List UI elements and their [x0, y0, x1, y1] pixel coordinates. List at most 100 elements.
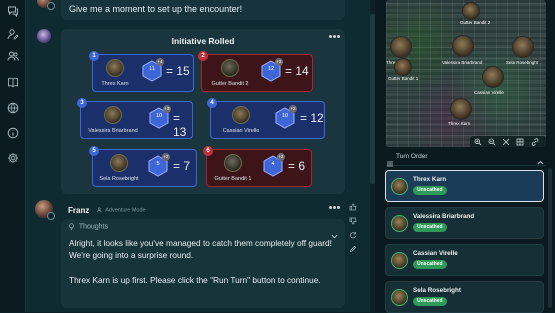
roll-order-badge: 2 [198, 51, 208, 61]
map-token[interactable] [452, 35, 474, 57]
turn-order-header[interactable]: Turn Order [386, 150, 546, 167]
character-portrait [104, 106, 122, 124]
character-portrait [106, 59, 124, 77]
roll-order-badge: 1 [89, 51, 99, 61]
turn-character-name: Sela Rosebright [413, 287, 461, 294]
franz-message-paragraph: Alright, it looks like you've managed to… [69, 238, 332, 260]
character-portrait [224, 154, 242, 172]
map-token[interactable] [394, 58, 412, 76]
status-badge: Unscathed [413, 260, 447, 269]
token-label: Gutter Bandit 1 [388, 76, 419, 81]
modifier-badge: +2 [289, 105, 297, 113]
lightbulb-icon [69, 223, 74, 230]
map-token[interactable] [482, 66, 504, 88]
token-label: Sela Rosebright [506, 60, 539, 65]
die-roll-value: 4 [271, 161, 275, 167]
turn-character-name: Valessira Briarbrand [413, 213, 475, 220]
initiative-title: Initiative Rolled [171, 36, 235, 46]
grid-icon[interactable] [516, 138, 524, 146]
initiative-total: = 13 [173, 111, 187, 139]
list-icon [387, 154, 393, 167]
zoom-in-icon[interactable] [474, 138, 482, 146]
chevron-up-icon[interactable] [537, 153, 544, 165]
total-value: 12 [310, 111, 324, 125]
map-token[interactable] [450, 98, 472, 120]
turn-order-entry[interactable]: Valessira Briarbrand Unscathed [385, 207, 544, 239]
token-label: Cassian Virelle [474, 90, 504, 95]
map-token[interactable] [512, 36, 534, 58]
status-badge: Unscathed [413, 223, 447, 232]
dm-avatar [37, 29, 51, 43]
map-token[interactable] [462, 2, 480, 20]
initiative-roll-2: 2 Gutter Bandit 2 12 +2 = 14 [198, 51, 313, 92]
initiative-total: = 7 [173, 159, 191, 173]
status-badge: Unscathed [413, 297, 447, 306]
franz-message-bubble [61, 219, 345, 308]
globe-icon[interactable] [7, 102, 19, 114]
token-label: Gutter Bandit 2 [460, 20, 491, 25]
battle-map[interactable]: Threx Karn Gutter Bandit 1 Valessira Bri… [386, 0, 546, 147]
initiative-roll-3: 3 Valessira Briarbrand 10 +3 = 13 [77, 98, 193, 139]
character-portrait [221, 59, 239, 77]
character-portrait [232, 106, 250, 124]
chat-icon[interactable] [7, 5, 19, 17]
franz-message-paragraph: Threx Karn is up first. Please click the… [69, 275, 321, 285]
die-roll-value: 10 [155, 113, 163, 119]
total-value: 6 [298, 159, 306, 173]
turn-order-entry[interactable]: Threx Karn Unscathed [385, 170, 544, 202]
turn-order-entry[interactable]: Cassian Virelle Unscathed [385, 244, 544, 276]
turn-order-title: Turn Order [396, 153, 428, 160]
mode-label: Adventure Mode [105, 207, 146, 214]
initiative-total: = 6 [288, 159, 306, 173]
edit-icon[interactable] [348, 244, 358, 254]
token-label: Valessira Briarbrand [442, 60, 483, 65]
initiative-total: = 14 [285, 64, 309, 78]
more-options-icon[interactable] [329, 35, 341, 39]
thoughts-label: Thoughts [78, 223, 109, 231]
more-options-icon[interactable] [329, 206, 341, 210]
gear-icon[interactable] [7, 152, 19, 164]
mode-tag: Adventure Mode [97, 207, 146, 213]
app-window: Give me a moment to set up the encounter… [0, 0, 555, 313]
book-icon[interactable] [7, 76, 19, 88]
character-name: Gutter Bandit 1 [214, 176, 252, 182]
user-edit-icon[interactable] [7, 28, 19, 40]
character-portrait [391, 289, 408, 306]
die-roll-value: 11 [149, 66, 155, 72]
initiative-roll-4: 4 Cassian Virelle 10 +2 = 12 [207, 98, 325, 139]
map-token[interactable] [390, 36, 412, 58]
initiative-roll-1: 1 Threx Karn 11 +4 = 15 [89, 51, 194, 92]
character-name: Valessira Briarbrand [88, 128, 138, 134]
total-value: 15 [176, 64, 190, 78]
die-roll-value: 5 [156, 161, 160, 167]
modifier-badge: +3 [163, 105, 171, 113]
thoughts-toggle[interactable]: Thoughts [68, 223, 108, 230]
crosshair-icon[interactable] [502, 138, 510, 146]
turn-character-name: Threx Karn [413, 176, 447, 183]
users-icon[interactable] [7, 50, 19, 62]
die-roll-value: 10 [281, 113, 289, 119]
turn-order-entry[interactable]: Sela Rosebright Unscathed [385, 281, 544, 313]
dm-message-text: Give me a moment to set up the encounter… [69, 4, 243, 14]
turn-character-name: Cassian Virelle [413, 250, 458, 257]
modifier-badge: +2 [162, 153, 170, 161]
thumbs-down-icon[interactable] [348, 216, 358, 226]
roll-order-badge: 4 [207, 98, 217, 108]
avatar-status-icon [47, 2, 55, 10]
roll-order-badge: 3 [77, 98, 87, 108]
chevron-down-icon[interactable] [331, 226, 339, 239]
link-icon[interactable] [531, 138, 539, 146]
thumbs-up-icon[interactable] [348, 202, 358, 212]
left-nav-rail [0, 0, 26, 312]
turn-order-scrollbar[interactable] [548, 168, 552, 308]
total-value: 14 [295, 64, 309, 78]
zoom-out-icon[interactable] [488, 138, 496, 146]
character-name: Gutter Bandit 2 [211, 81, 249, 87]
initiative-total: = 12 [300, 111, 324, 125]
info-icon[interactable] [7, 127, 19, 139]
modifier-badge: +2 [277, 153, 285, 161]
character-name: Threx Karn [101, 81, 129, 87]
refresh-icon[interactable] [348, 230, 358, 240]
message-author: Franz [68, 206, 90, 215]
total-value: 13 [173, 125, 187, 139]
